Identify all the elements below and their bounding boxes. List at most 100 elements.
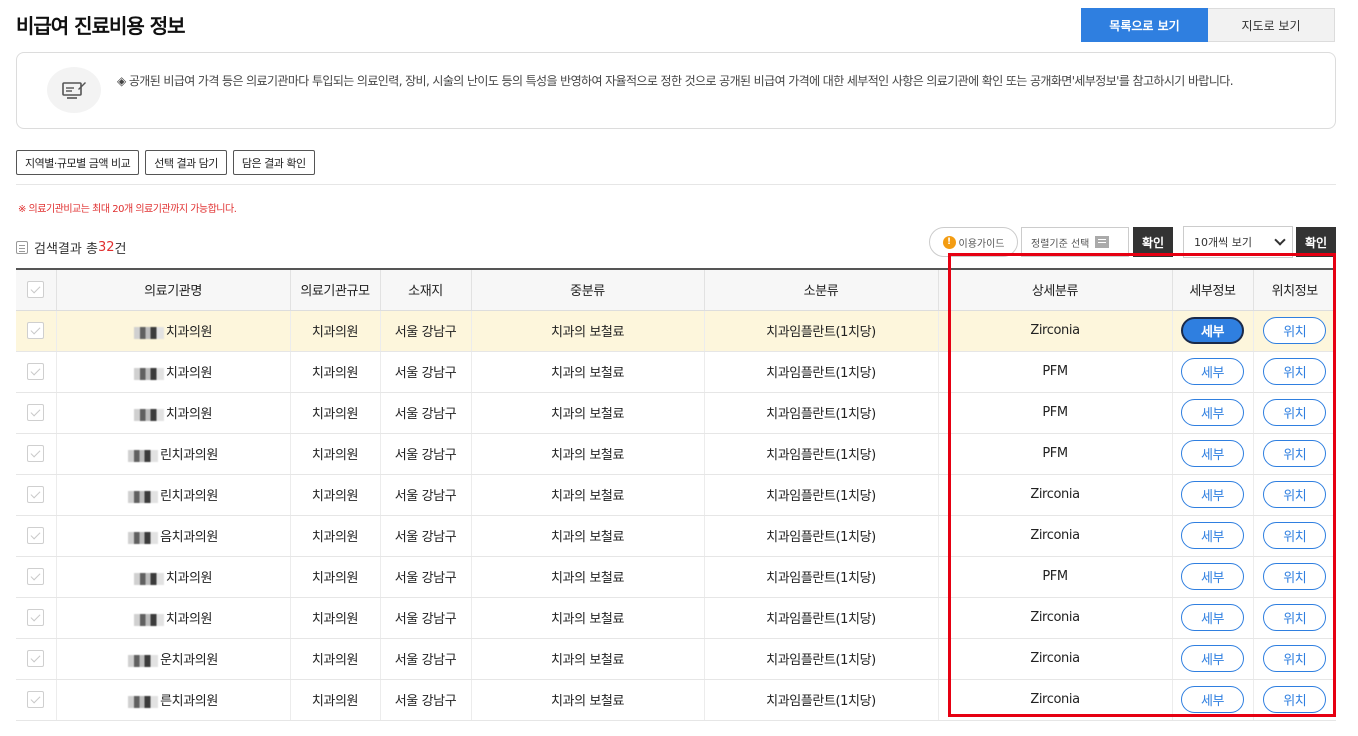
redacted-name-image: [133, 367, 164, 380]
table-row: 운치과의원 치과의원 서울 강남구 치과의 보철료 치과임플란트(1치당) Zirconi…: [16, 638, 1336, 680]
row-checkbox-cell[interactable]: [16, 433, 56, 475]
redacted-name-image: [128, 531, 159, 544]
detail-category: Zirconia: [937, 597, 1172, 639]
location-button[interactable]: 위치: [1263, 604, 1327, 631]
view-saved-button[interactable]: 담은 결과 확인: [232, 150, 315, 175]
header-location-info: 위치정보: [1252, 268, 1336, 311]
location-button[interactable]: 위치: [1263, 645, 1327, 672]
hospital-location: 서울 강남구: [379, 310, 471, 352]
page-size-select[interactable]: 10개씩 보기: [1183, 226, 1293, 258]
hospital-size: 치과의원: [289, 556, 380, 598]
location-button[interactable]: 위치: [1263, 563, 1327, 590]
location-info-cell: 위치: [1252, 351, 1336, 393]
detail-category: PFM: [937, 556, 1172, 598]
detail-button[interactable]: 세부: [1181, 440, 1244, 467]
row-checkbox-cell[interactable]: [16, 638, 56, 680]
table-row: 치과의원 치과의원 서울 강남구 치과의 보철료 치과임플란트(1치당) Zirconia…: [16, 597, 1336, 639]
row-checkbox[interactable]: [27, 322, 45, 339]
usage-guide-button[interactable]: ! 이용가이드: [929, 227, 1018, 257]
detail-button[interactable]: 세부: [1181, 563, 1244, 590]
detail-info-cell: 세부: [1171, 351, 1253, 393]
mid-category: 치과의 보철료: [470, 638, 704, 680]
usage-guide-label: 이용가이드: [958, 238, 1005, 250]
redacted-name-image: [133, 572, 164, 585]
table-row: 치과의원 치과의원 서울 강남구 치과의 보철료 치과임플란트(1치당) Zirconia…: [16, 310, 1336, 352]
row-checkbox[interactable]: [27, 445, 45, 462]
result-count-number: 32: [97, 240, 115, 255]
row-checkbox[interactable]: [27, 486, 45, 503]
region-compare-button[interactable]: 지역별·규모별 금액 비교: [16, 150, 140, 175]
mid-category: 치과의 보철료: [470, 433, 704, 475]
detail-info-cell: 세부: [1171, 597, 1253, 639]
detail-info-cell: 세부: [1171, 679, 1253, 721]
hospital-size: 치과의원: [289, 474, 380, 516]
sub-category: 치과임플란트(1치당): [703, 433, 938, 475]
row-checkbox-cell[interactable]: [16, 597, 56, 639]
detail-button[interactable]: 세부: [1181, 317, 1244, 344]
location-info-cell: 위치: [1252, 679, 1336, 721]
row-checkbox[interactable]: [27, 527, 45, 544]
row-checkbox[interactable]: [27, 404, 45, 421]
detail-button[interactable]: 세부: [1181, 604, 1244, 631]
page-size-confirm-button[interactable]: 확인: [1296, 227, 1336, 257]
sort-select-label: 정렬기준 선택: [1031, 238, 1090, 250]
row-checkbox-cell[interactable]: [16, 392, 56, 434]
detail-button[interactable]: 세부: [1181, 645, 1244, 672]
detail-category: Zirconia: [937, 310, 1172, 352]
location-info-cell: 위치: [1252, 556, 1336, 598]
row-checkbox[interactable]: [27, 691, 45, 708]
table-row: 린치과의원 치과의원 서울 강남구 치과의 보철료 치과임플란트(1치당) PFM 세부 위치: [16, 433, 1336, 475]
detail-button[interactable]: 세부: [1181, 358, 1244, 385]
hospital-size: 치과의원: [289, 597, 380, 639]
result-count-suffix: 건: [114, 242, 127, 257]
row-checkbox[interactable]: [27, 568, 45, 585]
location-button[interactable]: 위치: [1263, 317, 1327, 344]
header-sub-category: 소분류: [703, 268, 938, 311]
mid-category: 치과의 보철료: [470, 597, 704, 639]
detail-category: PFM: [937, 351, 1172, 393]
location-info-cell: 위치: [1252, 515, 1336, 557]
header-location: 소재지: [379, 268, 471, 311]
location-button[interactable]: 위치: [1263, 481, 1327, 508]
sub-category: 치과임플란트(1치당): [703, 679, 938, 721]
list-view-button[interactable]: 목록으로 보기: [1081, 8, 1208, 42]
detail-button[interactable]: 세부: [1181, 686, 1244, 713]
checkbox[interactable]: [27, 281, 45, 299]
notice-box: ◈ 공개된 비급여 가격 등은 의료기관마다 투입되는 의료인력, 장비, 시술…: [16, 52, 1336, 129]
detail-button[interactable]: 세부: [1181, 399, 1244, 426]
location-button[interactable]: 위치: [1263, 440, 1327, 467]
row-checkbox-cell[interactable]: [16, 474, 56, 516]
row-checkbox[interactable]: [27, 363, 45, 380]
sort-confirm-button[interactable]: 확인: [1133, 227, 1173, 257]
hospital-size: 치과의원: [289, 310, 380, 352]
select-all-checkbox[interactable]: [16, 268, 56, 311]
sort-select[interactable]: 정렬기준 선택: [1021, 227, 1129, 257]
hospital-name-cell: 운치과의원: [55, 638, 290, 680]
location-button[interactable]: 위치: [1263, 399, 1327, 426]
detail-info-cell: 세부: [1171, 474, 1253, 516]
notice-text: ◈ 공개된 비급여 가격 등은 의료기관마다 투입되는 의료인력, 장비, 시술…: [117, 74, 1234, 88]
detail-button[interactable]: 세부: [1181, 481, 1244, 508]
hospital-size: 치과의원: [289, 433, 380, 475]
row-checkbox-cell[interactable]: [16, 310, 56, 352]
hospital-name-cell: 치과의원: [55, 392, 290, 434]
mid-category: 치과의 보철료: [470, 515, 704, 557]
hospital-name: 린치과의원: [160, 489, 218, 504]
row-checkbox[interactable]: [27, 609, 45, 626]
location-info-cell: 위치: [1252, 638, 1336, 680]
hospital-name: 치과의원: [165, 325, 213, 340]
hospital-size: 치과의원: [289, 351, 380, 393]
redacted-name-image: [128, 490, 159, 503]
location-button[interactable]: 위치: [1263, 522, 1327, 549]
redacted-name-image: [133, 326, 164, 339]
location-button[interactable]: 위치: [1263, 686, 1327, 713]
row-checkbox[interactable]: [27, 650, 45, 667]
row-checkbox-cell[interactable]: [16, 679, 56, 721]
detail-button[interactable]: 세부: [1181, 522, 1244, 549]
row-checkbox-cell[interactable]: [16, 351, 56, 393]
location-button[interactable]: 위치: [1263, 358, 1327, 385]
row-checkbox-cell[interactable]: [16, 556, 56, 598]
save-selected-button[interactable]: 선택 결과 담기: [145, 150, 227, 175]
row-checkbox-cell[interactable]: [16, 515, 56, 557]
map-view-button[interactable]: 지도로 보기: [1208, 8, 1335, 42]
